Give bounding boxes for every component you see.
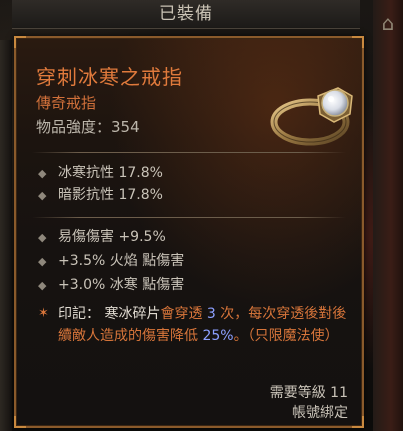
implicit-stat-text: 冰寒抗性 17.8% <box>58 165 163 181</box>
frame-corner <box>14 416 26 428</box>
aspect-desc-1: 會穿透 <box>160 306 203 322</box>
account-bound: 帳號綁定 <box>292 405 348 421</box>
implicit-stat-text: 暗影抗性 17.8% <box>58 187 163 203</box>
affix-row: ◆ +3.5% 火焰 點傷害 <box>38 251 184 271</box>
frame-corner <box>352 416 364 428</box>
required-level: 需要等級 11 <box>269 385 348 401</box>
item-tooltip: 穿刺冰寒之戒指 傳奇戒指 物品強度：354 ◆ 冰寒抗性 17.8% ◆ 暗影抗性 … <box>14 36 364 428</box>
affix-row: ◆ 易傷傷害 +9.5% <box>38 227 166 247</box>
affix-row: ◆ +3.0% 冰寒 點傷害 <box>38 275 184 295</box>
aspect-text: 印記： 寒冰碎片會穿透 3 次，每次穿透後對後續敵人造成的傷害降低 25%。（只… <box>58 303 352 347</box>
affix-text: 易傷傷害 +9.5% <box>58 229 166 245</box>
section-divider <box>32 152 346 153</box>
ring-icon <box>270 87 353 146</box>
section-divider <box>32 217 346 218</box>
equipped-header: 已裝備 <box>12 0 360 29</box>
diamond-bullet-icon: ◆ <box>38 189 47 202</box>
aspect-desc-3: 。（只限魔法使） <box>233 328 339 344</box>
aspect-prefix: 印記： <box>58 306 100 322</box>
diamond-bullet-icon: ◆ <box>38 279 47 292</box>
aspect-count: 3 <box>206 306 216 322</box>
diamond-bullet-icon: ◆ <box>38 255 47 268</box>
diamond-bullet-icon: ◆ <box>38 167 47 180</box>
item-power: 物品強度：354 <box>36 118 140 136</box>
implicit-stat-row: ◆ 冰寒抗性 17.8% <box>38 163 163 183</box>
item-name: 穿刺冰寒之戒指 <box>36 65 183 89</box>
star-icon: ✶ <box>38 306 49 321</box>
left-panel-edge <box>0 40 12 431</box>
item-type: 傳奇戒指 <box>36 94 97 112</box>
frame-corner <box>14 36 26 48</box>
diamond-bullet-icon: ◆ <box>38 231 47 244</box>
aspect-name: 寒冰碎片 <box>104 306 161 322</box>
right-panel-edge <box>373 0 403 431</box>
aspect-percent: 25% <box>202 328 234 344</box>
aspect-row: ✶ 印記： 寒冰碎片會穿透 3 次，每次穿透後對後續敵人造成的傷害降低 25%。… <box>38 303 352 347</box>
affix-text: +3.0% 冰寒 點傷害 <box>58 277 185 293</box>
implicit-stat-row: ◆ 暗影抗性 17.8% <box>38 185 163 205</box>
menu-glyph-icon: ⌂ <box>381 11 395 35</box>
frame-corner <box>352 36 364 48</box>
affix-text: +3.5% 火焰 點傷害 <box>58 253 185 269</box>
